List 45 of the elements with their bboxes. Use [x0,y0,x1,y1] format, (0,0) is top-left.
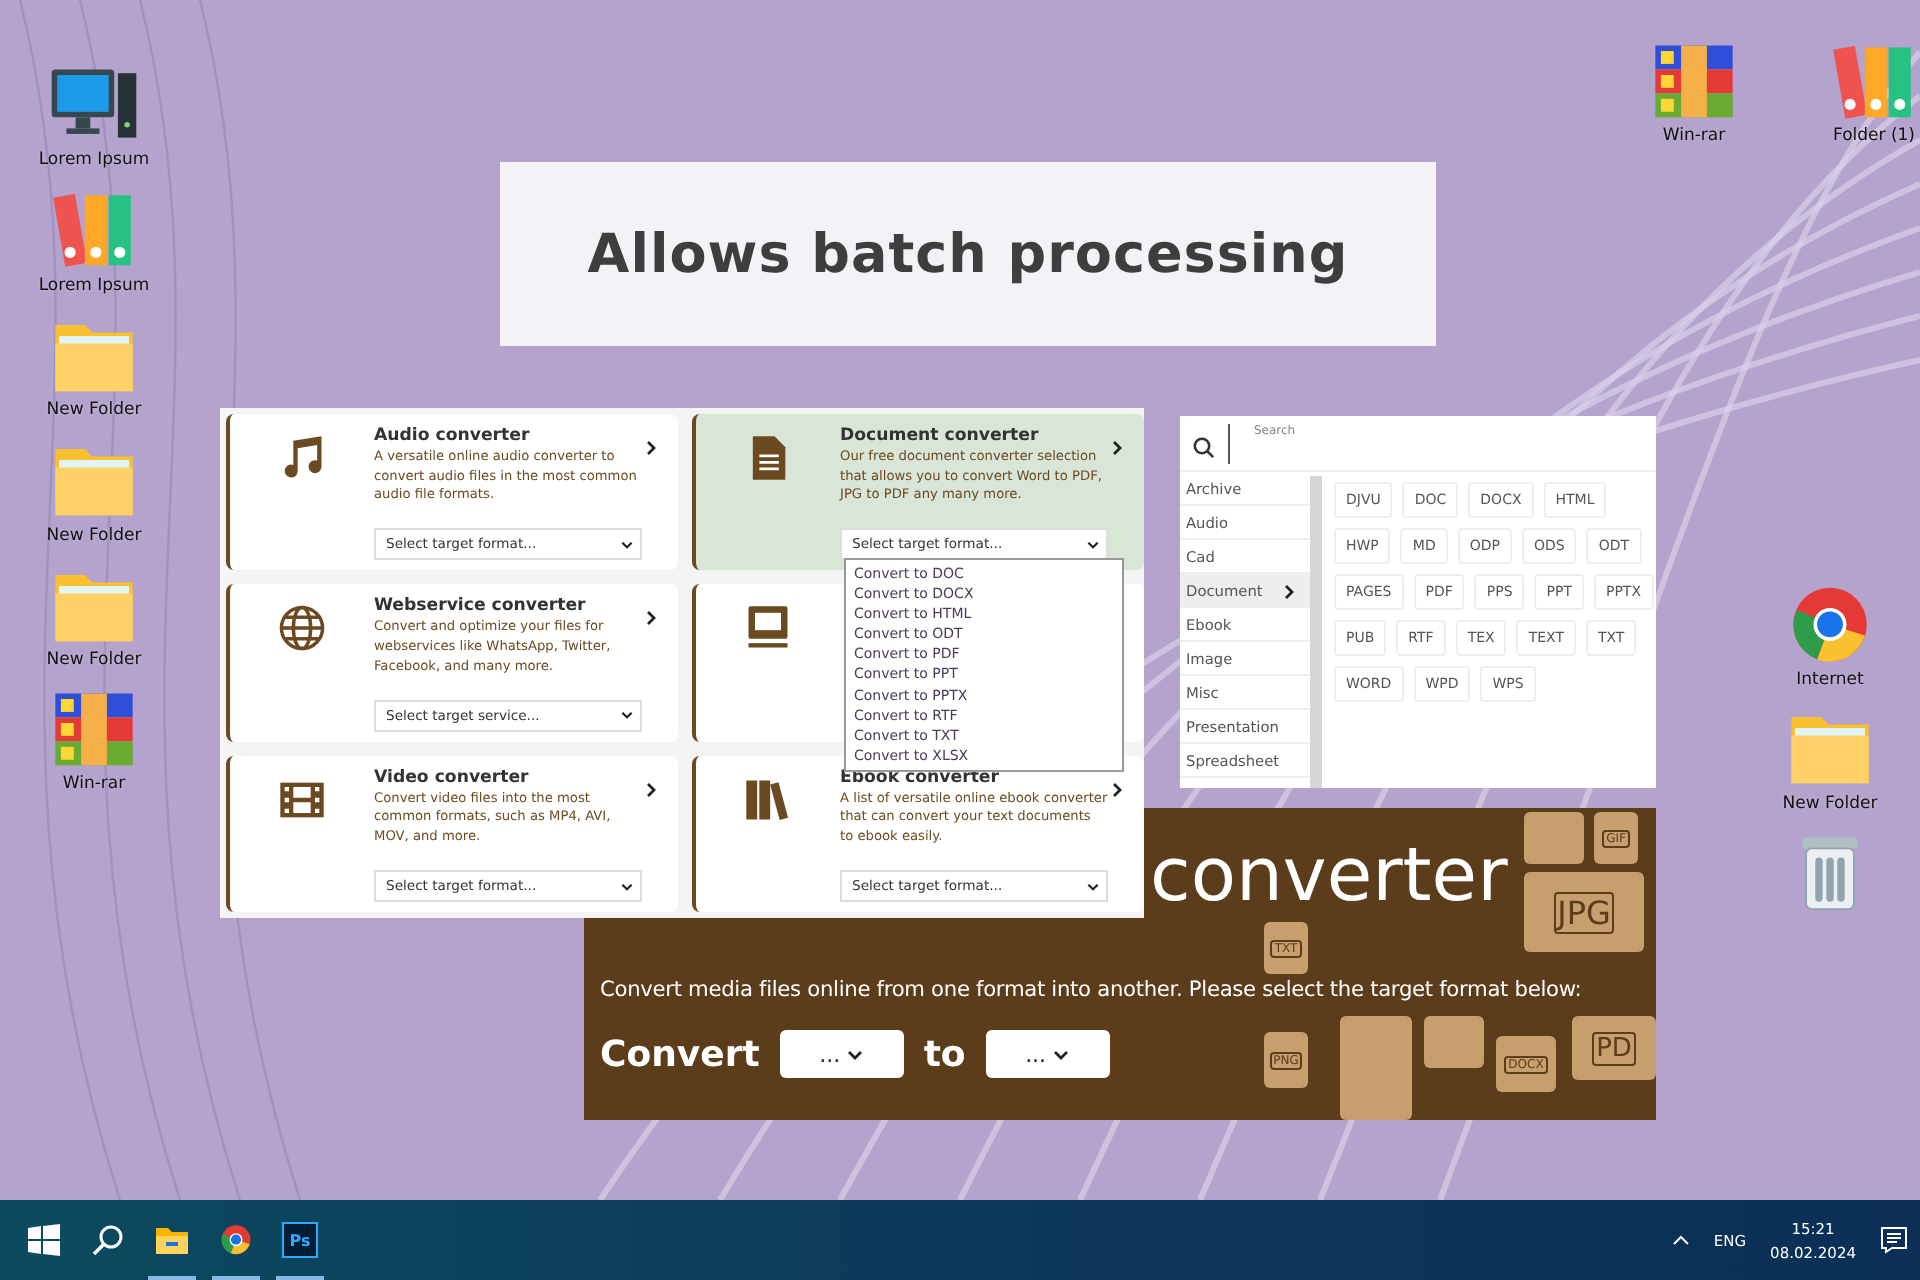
desktop-icon-label[interactable]: Internet [1796,670,1864,691]
desktop-icon-label[interactable]: Lorem Ipsum [38,150,150,171]
chevron-down-icon [1052,1045,1071,1063]
card-title: Audio converter [374,426,532,446]
chevron-right-icon [642,608,660,627]
target-format-select[interactable]: ... [985,1030,1110,1078]
windows-logo-icon[interactable] [28,1224,60,1256]
desktop-icon-label[interactable]: Folder (1) [1832,126,1915,147]
chevron-down-icon [620,537,634,552]
file-type-label: PD [1592,1031,1636,1065]
chevron-right-icon [1280,581,1298,599]
desktop-icon-label[interactable]: New Folder [46,649,142,670]
chevron-right-icon [642,779,660,798]
desktop-icon-label[interactable]: Win-rar [62,774,126,795]
headline-banner: Allows batch processing [500,162,1436,346]
globe-icon [276,602,328,655]
notification-icon[interactable] [1880,1226,1908,1254]
source-format-select[interactable]: ... [779,1030,904,1078]
chevron-down-icon [1086,879,1100,893]
desktop-icon-label[interactable]: New Folder [46,400,142,421]
card-title: Document converter [840,426,1041,446]
chevron-right-icon [1108,779,1126,798]
desktop-icon-label[interactable]: Lorem Ipsum [38,275,150,296]
caret-up-icon[interactable] [1671,1234,1690,1246]
folder-icon[interactable] [154,1224,190,1256]
chevron-down-icon [620,708,634,723]
file-type-label: JPG [1553,891,1615,933]
desktop-icon-label[interactable]: New Folder [46,525,142,546]
chevron-right-icon [642,438,660,456]
banner-heading: converter [1150,836,1508,916]
desktop-icon-label[interactable]: New Folder [1782,793,1878,814]
card-title: Webservice converter [374,596,588,617]
convert-label: Convert [600,1033,760,1075]
chevron-down-icon [1086,537,1100,552]
card-title: Video converter [374,767,531,788]
chevron-down-icon [620,879,634,893]
banner-description: Convert media files online from one format into another. Please select the target format below: [600,978,1582,1002]
search-icon[interactable] [92,1224,124,1256]
to-label: to [923,1033,966,1075]
ps-app-icon[interactable]: Ps [282,1222,318,1258]
chevron-down-icon [846,1045,865,1063]
chevron-right-icon [1108,438,1126,456]
desktop-icon-label[interactable]: Win-rar [1662,126,1726,147]
search-icon [1192,436,1216,460]
browser-icon[interactable] [218,1222,254,1258]
